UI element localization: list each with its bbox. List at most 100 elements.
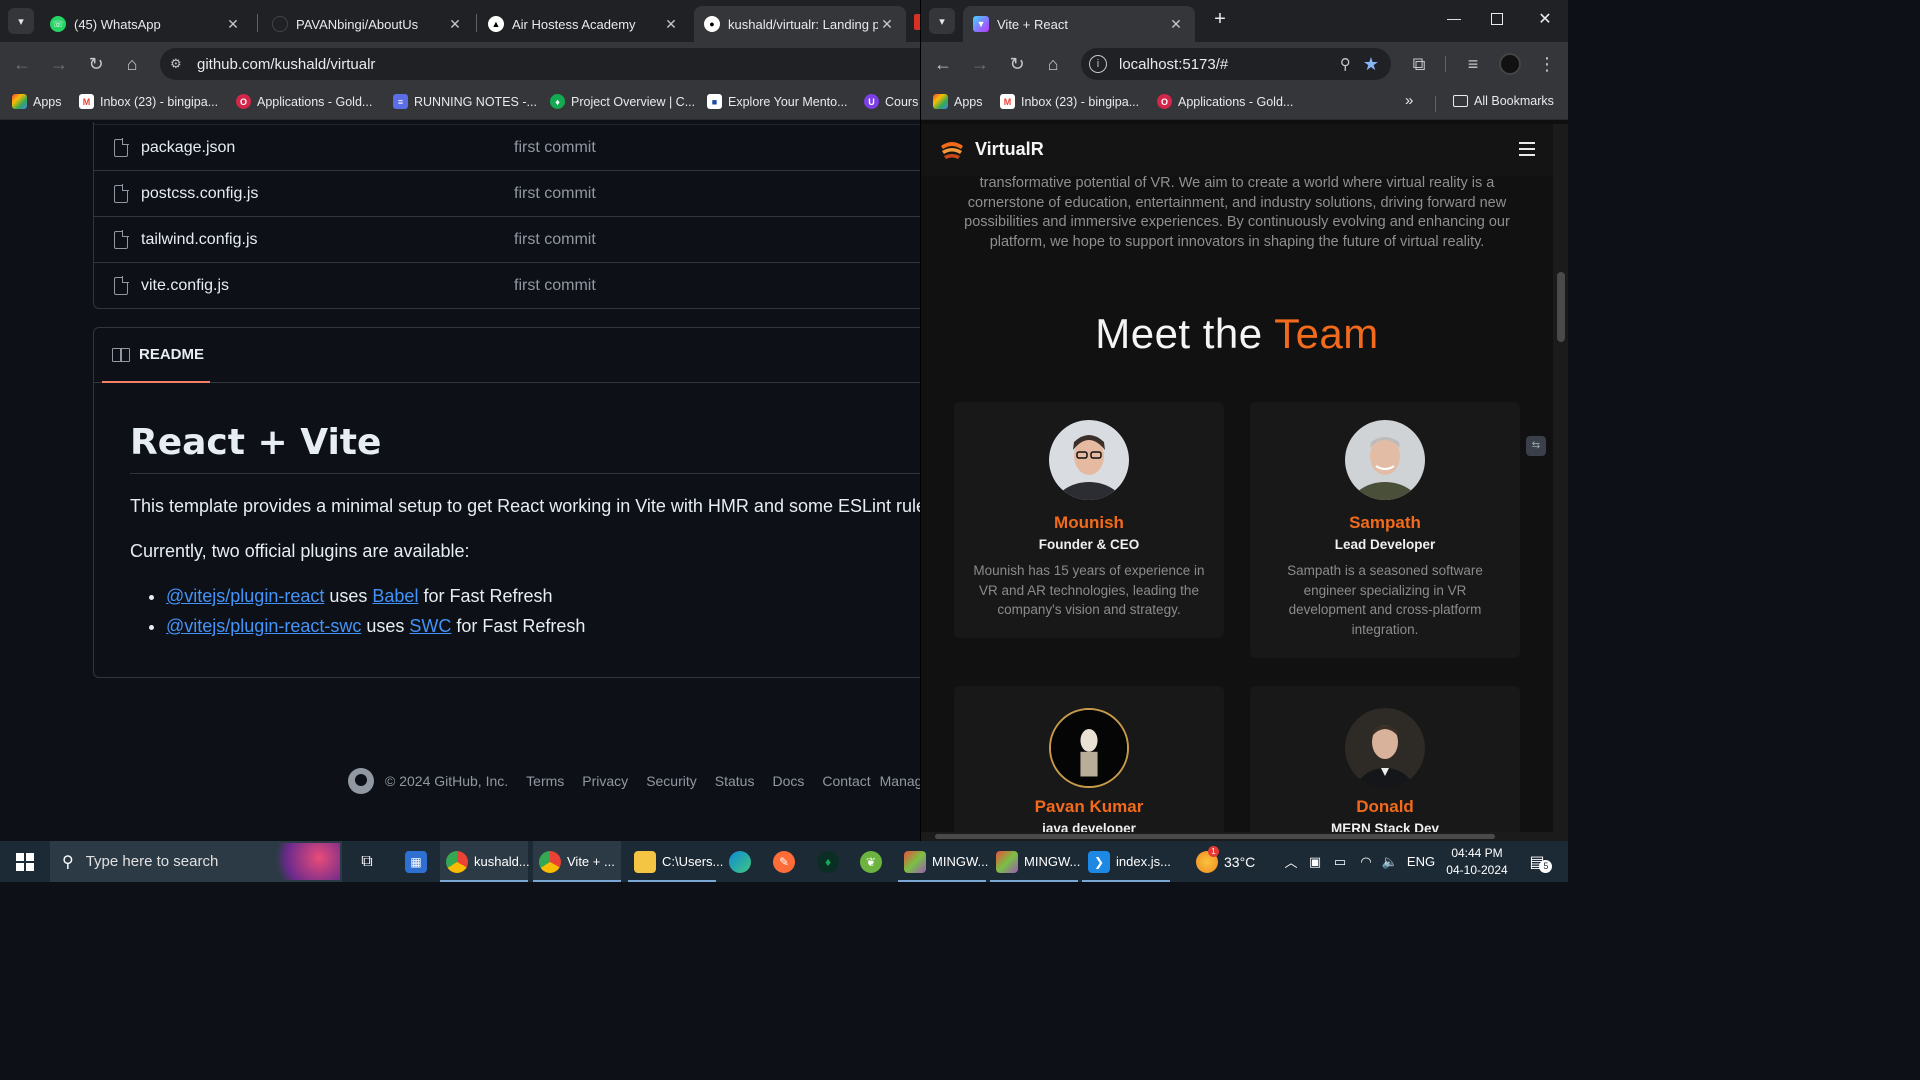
- vertical-scrollbar[interactable]: [1553, 124, 1568, 832]
- address-bar[interactable]: i localhost:5173/# ⚲ ★: [1081, 48, 1391, 80]
- language-indicator[interactable]: ENG: [1406, 841, 1436, 882]
- plugin-react-swc-link[interactable]: @vitejs/plugin-react-swc: [166, 616, 361, 636]
- github-logo-icon[interactable]: [348, 768, 374, 794]
- bookmark-project-overview[interactable]: ♦ Project Overview | C...: [550, 94, 695, 109]
- tab-air-hostess[interactable]: ▲ Air Hostess Academy ✕: [478, 6, 690, 42]
- virtualr-logo-icon[interactable]: [939, 140, 965, 160]
- tab-whatsapp[interactable]: ☏ (45) WhatsApp ✕: [40, 6, 252, 42]
- file-row[interactable]: postcss.config.js first commit: [94, 170, 920, 216]
- taskbar-app-chrome-vite[interactable]: Vite + ...: [533, 841, 621, 882]
- scrollbar-thumb[interactable]: [935, 834, 1495, 839]
- footer-link-terms[interactable]: Terms: [526, 773, 564, 789]
- hamburger-menu-icon[interactable]: [1519, 142, 1535, 156]
- footer-link-privacy[interactable]: Privacy: [582, 773, 628, 789]
- commit-message[interactable]: first commit: [514, 277, 596, 295]
- scrollbar-thumb[interactable]: [1557, 272, 1565, 342]
- maximize-icon[interactable]: [1491, 13, 1503, 25]
- bookmark-courses[interactable]: U Cours: [864, 94, 918, 109]
- floating-widget-icon[interactable]: ⇆: [1526, 436, 1546, 456]
- bookmark-inbox[interactable]: M Inbox (23) - bingipa...: [79, 94, 218, 109]
- wifi-icon[interactable]: ◠: [1356, 841, 1376, 882]
- file-name[interactable]: vite.config.js: [141, 277, 229, 295]
- tab-virtualr-repo[interactable]: ● kushald/virtualr: Landing p ✕: [694, 6, 906, 42]
- taskbar-app-mingw-2[interactable]: MINGW...: [990, 841, 1080, 882]
- footer-link-manage-cookies[interactable]: Manage co: [880, 773, 920, 789]
- reload-icon[interactable]: ↻: [84, 52, 108, 76]
- taskbar-app-vscode[interactable]: ❯ index.js...: [1082, 841, 1171, 882]
- file-name[interactable]: postcss.config.js: [141, 185, 258, 203]
- extensions-icon[interactable]: ⧉: [1407, 52, 1431, 76]
- clock[interactable]: 04:44 PM 04-10-2024: [1442, 841, 1512, 882]
- forward-arrow-icon[interactable]: →: [47, 52, 71, 76]
- tab-search-chevron-icon[interactable]: ▾: [929, 8, 955, 34]
- postman-icon[interactable]: ✎: [770, 841, 798, 882]
- spring-tool-icon[interactable]: ❦: [857, 841, 885, 882]
- home-icon[interactable]: ⌂: [1041, 52, 1065, 76]
- close-icon[interactable]: ✕: [1167, 16, 1185, 33]
- star-icon[interactable]: ★: [1363, 54, 1379, 75]
- taskbar-app-explorer[interactable]: C:\Users...: [628, 841, 723, 882]
- file-row[interactable]: tailwind.config.js first commit: [94, 216, 920, 262]
- bookmark-explore-mentor[interactable]: ■ Explore Your Mento...: [707, 94, 848, 109]
- file-name[interactable]: tailwind.config.js: [141, 231, 258, 249]
- footer-link-status[interactable]: Status: [715, 773, 755, 789]
- commit-message[interactable]: first commit: [514, 185, 596, 203]
- tab-search-chevron-icon[interactable]: ▾: [8, 8, 34, 34]
- new-tab-plus-icon[interactable]: +: [1209, 8, 1231, 30]
- close-icon[interactable]: ✕: [224, 16, 242, 33]
- taskbar-app-mingw-1[interactable]: MINGW...: [898, 841, 988, 882]
- footer-link-docs[interactable]: Docs: [772, 773, 804, 789]
- plugin-react-link[interactable]: @vitejs/plugin-react: [166, 586, 324, 606]
- file-row[interactable]: vite.config.js first commit: [94, 262, 920, 308]
- minimize-icon[interactable]: —: [1444, 10, 1464, 26]
- back-arrow-icon[interactable]: ←: [931, 52, 955, 76]
- battery-icon[interactable]: ▭: [1330, 841, 1350, 882]
- commit-message[interactable]: first commit: [514, 139, 596, 157]
- horizontal-scrollbar[interactable]: [921, 832, 1568, 841]
- commit-message[interactable]: first commit: [514, 231, 596, 249]
- zoom-icon[interactable]: ⚲: [1340, 55, 1351, 73]
- footer-link-security[interactable]: Security: [646, 773, 697, 789]
- info-icon[interactable]: i: [1089, 55, 1107, 73]
- close-icon[interactable]: ✕: [878, 16, 896, 33]
- close-icon[interactable]: ✕: [662, 16, 680, 33]
- site-brand[interactable]: VirtualR: [975, 139, 1044, 160]
- show-hidden-icons-chevron-icon[interactable]: ︿: [1282, 841, 1300, 882]
- all-bookmarks-button[interactable]: All Bookmarks: [1453, 94, 1554, 108]
- volume-icon[interactable]: 🔈: [1380, 841, 1400, 882]
- home-icon[interactable]: ⌂: [120, 52, 144, 76]
- taskbar-search-box[interactable]: ⚲ Type here to search: [50, 841, 342, 882]
- reload-icon[interactable]: ↻: [1005, 52, 1029, 76]
- bookmark-applications[interactable]: O Applications - Gold...: [1157, 94, 1293, 109]
- tab-aboutus[interactable]: PAVANbingi/AboutUs ✕: [262, 6, 474, 42]
- tab-vite-react[interactable]: ▼ Vite + React ✕: [963, 6, 1195, 42]
- file-row[interactable]: package.json first commit: [94, 124, 920, 170]
- bookmark-running-notes[interactable]: ≡ RUNNING NOTES -...: [393, 94, 537, 109]
- address-bar[interactable]: ⚙ github.com/kushald/virtualr: [160, 48, 920, 80]
- back-arrow-icon[interactable]: ←: [10, 52, 34, 76]
- swc-link[interactable]: SWC: [409, 616, 451, 636]
- menu-kebab-icon[interactable]: ⋮: [1535, 52, 1559, 76]
- bookmark-apps[interactable]: Apps: [12, 94, 62, 109]
- bookmark-apps[interactable]: Apps: [933, 94, 983, 109]
- task-view-icon[interactable]: ⧉: [352, 841, 382, 882]
- site-settings-icon[interactable]: ⚙: [170, 56, 190, 72]
- file-name[interactable]: package.json: [141, 139, 235, 157]
- window-close-icon[interactable]: ✕: [1535, 9, 1555, 29]
- babel-link[interactable]: Babel: [372, 586, 418, 606]
- tray-device-icon[interactable]: ▣: [1306, 841, 1324, 882]
- bookmark-applications[interactable]: O Applications - Gold...: [236, 94, 372, 109]
- weather-widget[interactable]: 1 33°C: [1196, 841, 1264, 882]
- start-button[interactable]: [0, 841, 50, 882]
- bookmark-inbox[interactable]: M Inbox (23) - bingipa...: [1000, 94, 1139, 109]
- notification-center-icon[interactable]: ▤ 5: [1522, 841, 1553, 882]
- profile-avatar[interactable]: [1499, 53, 1521, 75]
- media-control-icon[interactable]: ≡: [1461, 52, 1485, 76]
- close-icon[interactable]: ✕: [446, 16, 464, 33]
- forward-arrow-icon[interactable]: →: [968, 52, 992, 76]
- store-icon[interactable]: ▦: [402, 841, 430, 882]
- edge-icon[interactable]: [726, 841, 754, 882]
- mongodb-compass-icon[interactable]: ♦: [814, 841, 842, 882]
- footer-link-contact[interactable]: Contact: [822, 773, 870, 789]
- readme-tab[interactable]: README: [102, 328, 210, 383]
